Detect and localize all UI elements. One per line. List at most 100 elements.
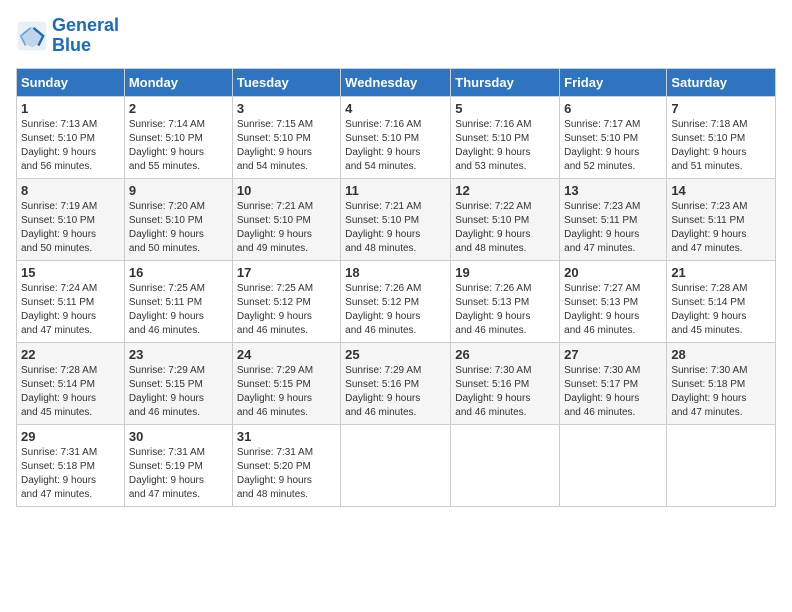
calendar-cell: 30 Sunrise: 7:31 AMSunset: 5:19 PMDayligh… [124, 424, 232, 506]
calendar-cell: 17Sunrise: 7:25 AMSunset: 5:12 PMDayligh… [232, 260, 340, 342]
day-sun-info: Sunrise: 7:21 AMSunset: 5:10 PMDaylight:… [345, 201, 421, 254]
calendar-week: 29 Sunrise: 7:31 AMSunset: 5:18 PMDayligh… [17, 424, 776, 506]
day-number: 20 [564, 265, 662, 280]
day-sun-info: Sunrise: 7:16 AMSunset: 5:10 PMDaylight:… [455, 119, 531, 172]
day-sun-info: Sunrise: 7:31 AMSunset: 5:18 PMDaylight:… [21, 447, 97, 500]
day-number: 22 [21, 347, 120, 362]
day-number: 16 [129, 265, 228, 280]
day-sun-info: Sunrise: 7:19 AMSunset: 5:10 PMDaylight:… [21, 201, 97, 254]
day-sun-info: Sunrise: 7:16 AMSunset: 5:10 PMDaylight:… [345, 119, 421, 172]
calendar-cell: 16Sunrise: 7:25 AMSunset: 5:11 PMDayligh… [124, 260, 232, 342]
calendar-cell: 18 Sunrise: 7:26 AMSunset: 5:12 PMDayligh… [341, 260, 451, 342]
col-thursday: Thursday [451, 68, 560, 96]
day-sun-info: Sunrise: 7:14 AMSunset: 5:10 PMDaylight:… [129, 119, 205, 172]
calendar-cell: 19 Sunrise: 7:26 AMSunset: 5:13 PMDayligh… [451, 260, 560, 342]
day-sun-info: Sunrise: 7:29 AMSunset: 5:16 PMDaylight:… [345, 365, 421, 418]
calendar-cell: 11 Sunrise: 7:21 AMSunset: 5:10 PMDayligh… [341, 178, 451, 260]
day-number: 4 [345, 101, 446, 116]
day-number: 24 [237, 347, 336, 362]
day-sun-info: Sunrise: 7:26 AMSunset: 5:12 PMDaylight:… [345, 283, 421, 336]
calendar-cell: 1 Sunrise: 7:13 AMSunset: 5:10 PMDaylight… [17, 96, 125, 178]
calendar-cell [667, 424, 776, 506]
day-sun-info: Sunrise: 7:23 AMSunset: 5:11 PMDaylight:… [564, 201, 640, 254]
col-wednesday: Wednesday [341, 68, 451, 96]
calendar-cell [451, 424, 560, 506]
day-number: 8 [21, 183, 120, 198]
calendar-table: Sunday Monday Tuesday Wednesday Thursday… [16, 68, 776, 507]
calendar-cell: 14 Sunrise: 7:23 AMSunset: 5:11 PMDayligh… [667, 178, 776, 260]
calendar-cell: 13 Sunrise: 7:23 AMSunset: 5:11 PMDayligh… [560, 178, 667, 260]
day-sun-info: Sunrise: 7:21 AMSunset: 5:10 PMDaylight:… [237, 201, 313, 254]
calendar-cell: 6 Sunrise: 7:17 AMSunset: 5:10 PMDaylight… [560, 96, 667, 178]
day-sun-info: Sunrise: 7:26 AMSunset: 5:13 PMDaylight:… [455, 283, 531, 336]
calendar-cell: 24 Sunrise: 7:29 AMSunset: 5:15 PMDayligh… [232, 342, 340, 424]
day-number: 23 [129, 347, 228, 362]
day-sun-info: Sunrise: 7:29 AMSunset: 5:15 PMDaylight:… [129, 365, 205, 418]
day-sun-info: Sunrise: 7:30 AMSunset: 5:18 PMDaylight:… [671, 365, 747, 418]
page-header: General Blue [16, 16, 776, 56]
day-number: 29 [21, 429, 120, 444]
col-saturday: Saturday [667, 68, 776, 96]
day-sun-info: Sunrise: 7:30 AMSunset: 5:16 PMDaylight:… [455, 365, 531, 418]
day-number: 5 [455, 101, 555, 116]
day-sun-info: Sunrise: 7:20 AMSunset: 5:10 PMDaylight:… [129, 201, 205, 254]
day-sun-info: Sunrise: 7:23 AMSunset: 5:11 PMDaylight:… [671, 201, 747, 254]
calendar-week: 1 Sunrise: 7:13 AMSunset: 5:10 PMDaylight… [17, 96, 776, 178]
logo-text: General Blue [52, 16, 119, 56]
calendar-cell: 20 Sunrise: 7:27 AMSunset: 5:13 PMDayligh… [560, 260, 667, 342]
calendar-cell: 7 Sunrise: 7:18 AMSunset: 5:10 PMDaylight… [667, 96, 776, 178]
calendar-cell: 3 Sunrise: 7:15 AMSunset: 5:10 PMDaylight… [232, 96, 340, 178]
day-sun-info: Sunrise: 7:17 AMSunset: 5:10 PMDaylight:… [564, 119, 640, 172]
day-number: 13 [564, 183, 662, 198]
col-tuesday: Tuesday [232, 68, 340, 96]
calendar-cell: 15 Sunrise: 7:24 AMSunset: 5:11 PMDayligh… [17, 260, 125, 342]
day-number: 28 [671, 347, 771, 362]
calendar-cell: 10 Sunrise: 7:21 AMSunset: 5:10 PMDayligh… [232, 178, 340, 260]
day-sun-info: Sunrise: 7:28 AMSunset: 5:14 PMDaylight:… [671, 283, 747, 336]
calendar-cell: 4 Sunrise: 7:16 AMSunset: 5:10 PMDaylight… [341, 96, 451, 178]
calendar-cell: 8 Sunrise: 7:19 AMSunset: 5:10 PMDaylight… [17, 178, 125, 260]
calendar-cell: 31 Sunrise: 7:31 AMSunset: 5:20 PMDayligh… [232, 424, 340, 506]
calendar-cell: 26 Sunrise: 7:30 AMSunset: 5:16 PMDayligh… [451, 342, 560, 424]
logo: General Blue [16, 16, 119, 56]
day-number: 31 [237, 429, 336, 444]
day-sun-info: Sunrise: 7:24 AMSunset: 5:11 PMDaylight:… [21, 283, 97, 336]
day-number: 30 [129, 429, 228, 444]
calendar-week: 15 Sunrise: 7:24 AMSunset: 5:11 PMDayligh… [17, 260, 776, 342]
day-number: 2 [129, 101, 228, 116]
calendar-cell: 23 Sunrise: 7:29 AMSunset: 5:15 PMDayligh… [124, 342, 232, 424]
day-number: 21 [671, 265, 771, 280]
day-sun-info: Sunrise: 7:29 AMSunset: 5:15 PMDaylight:… [237, 365, 313, 418]
day-number: 1 [21, 101, 120, 116]
day-number: 18 [345, 265, 446, 280]
day-sun-info: Sunrise: 7:25 AMSunset: 5:12 PMDaylight:… [237, 283, 313, 336]
col-sunday: Sunday [17, 68, 125, 96]
col-monday: Monday [124, 68, 232, 96]
day-sun-info: Sunrise: 7:18 AMSunset: 5:10 PMDaylight:… [671, 119, 747, 172]
calendar-cell [341, 424, 451, 506]
day-number: 11 [345, 183, 446, 198]
day-sun-info: Sunrise: 7:31 AMSunset: 5:20 PMDaylight:… [237, 447, 313, 500]
day-number: 7 [671, 101, 771, 116]
day-number: 19 [455, 265, 555, 280]
day-sun-info: Sunrise: 7:27 AMSunset: 5:13 PMDaylight:… [564, 283, 640, 336]
day-sun-info: Sunrise: 7:28 AMSunset: 5:14 PMDaylight:… [21, 365, 97, 418]
day-sun-info: Sunrise: 7:22 AMSunset: 5:10 PMDaylight:… [455, 201, 531, 254]
day-sun-info: Sunrise: 7:15 AMSunset: 5:10 PMDaylight:… [237, 119, 313, 172]
day-sun-info: Sunrise: 7:31 AMSunset: 5:19 PMDaylight:… [129, 447, 205, 500]
calendar-cell: 5 Sunrise: 7:16 AMSunset: 5:10 PMDaylight… [451, 96, 560, 178]
day-number: 14 [671, 183, 771, 198]
calendar-cell: 9Sunrise: 7:20 AMSunset: 5:10 PMDaylight… [124, 178, 232, 260]
day-number: 10 [237, 183, 336, 198]
calendar-cell: 21 Sunrise: 7:28 AMSunset: 5:14 PMDayligh… [667, 260, 776, 342]
day-number: 6 [564, 101, 662, 116]
day-number: 26 [455, 347, 555, 362]
day-number: 3 [237, 101, 336, 116]
calendar-cell [560, 424, 667, 506]
calendar-cell: 2 Sunrise: 7:14 AMSunset: 5:10 PMDaylight… [124, 96, 232, 178]
header-row: Sunday Monday Tuesday Wednesday Thursday… [17, 68, 776, 96]
calendar-week: 22 Sunrise: 7:28 AMSunset: 5:14 PMDayligh… [17, 342, 776, 424]
day-sun-info: Sunrise: 7:13 AMSunset: 5:10 PMDaylight:… [21, 119, 97, 172]
day-number: 15 [21, 265, 120, 280]
col-friday: Friday [560, 68, 667, 96]
